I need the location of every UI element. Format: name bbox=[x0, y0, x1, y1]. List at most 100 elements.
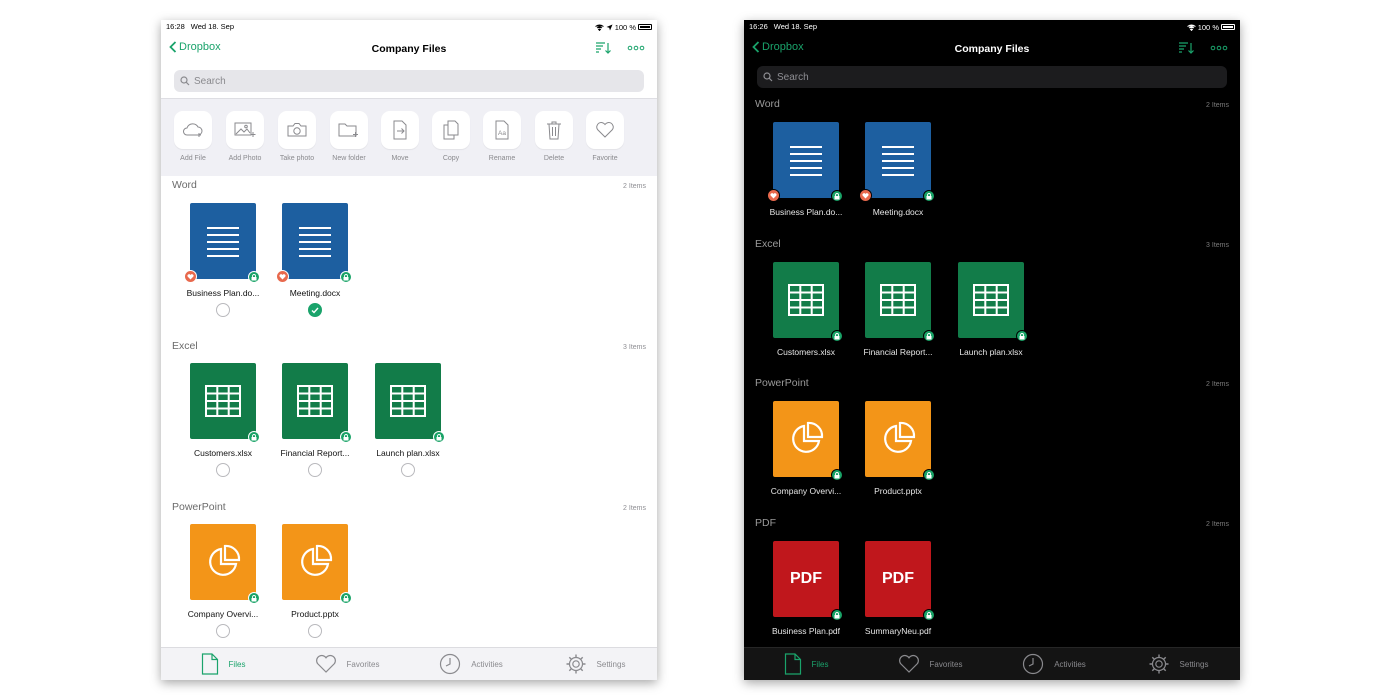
sort-icon[interactable] bbox=[1178, 41, 1196, 55]
battery-icon bbox=[1221, 24, 1235, 30]
search-placeholder: Search bbox=[194, 75, 226, 87]
section-title: Excel bbox=[755, 238, 781, 250]
tab-bar: Files Favorites Activities Settings bbox=[161, 647, 657, 680]
file-item[interactable]: Company Overvi... bbox=[760, 401, 852, 496]
lock-badge-icon bbox=[831, 330, 843, 342]
new-folder-action[interactable]: New folder bbox=[323, 111, 375, 162]
section-count: 2 Items bbox=[623, 183, 646, 190]
file-item[interactable]: Product.pptx bbox=[852, 401, 944, 496]
gear-icon bbox=[1149, 654, 1169, 674]
move-label: Move bbox=[391, 155, 409, 162]
file-name: Company Overvi... bbox=[187, 609, 259, 619]
add-file-label: Add File bbox=[180, 155, 206, 162]
file-name: Business Plan.do... bbox=[769, 207, 843, 217]
tab-favorites[interactable]: Favorites bbox=[285, 648, 409, 680]
file-item[interactable]: Meeting.docx bbox=[852, 122, 944, 217]
pdf-document-icon: PDF bbox=[773, 541, 843, 621]
select-radio[interactable] bbox=[308, 624, 322, 638]
move-action[interactable]: Move bbox=[374, 111, 426, 162]
delete-action[interactable]: Delete bbox=[528, 111, 580, 162]
rename-action[interactable]: Aa Rename bbox=[476, 111, 528, 162]
folder-add-icon bbox=[338, 123, 358, 137]
tab-settings[interactable]: Settings bbox=[533, 648, 657, 680]
take-photo-action[interactable]: Take photo bbox=[271, 111, 323, 162]
camera-icon bbox=[287, 123, 307, 137]
file-item[interactable]: Customers.xlsx bbox=[177, 363, 269, 477]
battery-percent: 100 % bbox=[1197, 22, 1219, 32]
section-count: 2 Items bbox=[1206, 521, 1229, 528]
add-file-action[interactable]: Add File bbox=[167, 111, 219, 162]
select-radio[interactable] bbox=[216, 463, 230, 477]
file-item[interactable]: Company Overvi... bbox=[177, 524, 269, 638]
tab-label: Favorites bbox=[346, 659, 380, 669]
powerpoint-document-icon bbox=[865, 401, 935, 481]
more-icon[interactable] bbox=[1210, 41, 1228, 55]
file-item[interactable]: Business Plan.do... bbox=[177, 203, 269, 317]
section-header-pdf: PDF 2 Items bbox=[755, 517, 1229, 531]
navigation-bar: Dropbox Company Files bbox=[161, 36, 657, 62]
search-icon bbox=[180, 76, 190, 86]
favorite-label: Favorite bbox=[592, 155, 618, 162]
search-field[interactable]: Search bbox=[174, 70, 644, 92]
tab-activities[interactable]: Activities bbox=[992, 648, 1116, 680]
select-radio[interactable] bbox=[308, 463, 322, 477]
tab-activities[interactable]: Activities bbox=[409, 648, 533, 680]
section-count: 2 Items bbox=[1206, 102, 1229, 109]
file-item[interactable]: Launch plan.xlsx bbox=[945, 262, 1037, 357]
section-header-powerpoint: PowerPoint 2 Items bbox=[172, 501, 646, 515]
file-item[interactable]: Customers.xlsx bbox=[760, 262, 852, 357]
file-item[interactable]: Business Plan.do... bbox=[760, 122, 852, 217]
file-name: Launch plan.xlsx bbox=[376, 448, 440, 458]
section-count: 2 Items bbox=[1206, 381, 1229, 388]
search-placeholder: Search bbox=[777, 71, 809, 83]
tab-favorites[interactable]: Favorites bbox=[868, 648, 992, 680]
powerpoint-document-icon bbox=[773, 401, 843, 481]
tab-bar: Files Favorites Activities Settings bbox=[744, 647, 1240, 680]
copy-action[interactable]: Copy bbox=[425, 111, 477, 162]
rename-label: Rename bbox=[488, 155, 516, 162]
powerpoint-document-icon bbox=[282, 524, 352, 604]
lock-badge-icon bbox=[923, 469, 935, 481]
file-icon bbox=[201, 653, 218, 675]
file-item[interactable]: Financial Report... bbox=[852, 262, 944, 357]
file-name: Business Plan.pdf bbox=[771, 626, 841, 636]
more-icon[interactable] bbox=[627, 41, 645, 55]
status-time: 16:28 bbox=[166, 22, 185, 31]
page-title: Company Files bbox=[954, 43, 1030, 55]
dark-mode-screen: 16:26 Wed 18. Sep 100 % Dropbox Company F… bbox=[744, 20, 1240, 680]
section-header-excel: Excel 3 Items bbox=[172, 340, 646, 354]
tab-label: Files bbox=[228, 659, 246, 669]
file-name: SummaryNeu.pdf bbox=[864, 626, 932, 636]
word-document-icon bbox=[184, 203, 260, 283]
lock-badge-icon bbox=[248, 271, 260, 283]
file-item[interactable]: PDF SummaryNeu.pdf bbox=[852, 541, 944, 636]
select-radio[interactable] bbox=[401, 463, 415, 477]
pdf-badge-text: PDF bbox=[790, 570, 822, 587]
file-item[interactable]: Product.pptx bbox=[269, 524, 361, 638]
favorite-badge-icon bbox=[859, 189, 872, 202]
action-toolbar: Add File Add Photo Take photo New folder… bbox=[161, 98, 657, 176]
word-document-icon bbox=[276, 203, 352, 283]
file-name: Product.pptx bbox=[291, 609, 339, 619]
favorite-action[interactable]: Favorite bbox=[579, 111, 631, 162]
select-radio[interactable] bbox=[216, 303, 230, 317]
tab-files[interactable]: Files bbox=[161, 648, 285, 680]
file-name: Meeting.docx bbox=[872, 207, 924, 217]
svg-text:Aa: Aa bbox=[498, 130, 506, 137]
file-item[interactable]: PDF Business Plan.pdf bbox=[760, 541, 852, 636]
file-item[interactable]: Meeting.docx bbox=[269, 203, 361, 317]
tab-settings[interactable]: Settings bbox=[1116, 648, 1240, 680]
tab-files[interactable]: Files bbox=[744, 648, 868, 680]
tab-label: Favorites bbox=[929, 659, 963, 669]
tab-label: Activities bbox=[471, 659, 503, 669]
select-radio[interactable] bbox=[216, 624, 230, 638]
search-field[interactable]: Search bbox=[757, 66, 1227, 88]
file-name: Financial Report... bbox=[280, 448, 350, 458]
add-photo-action[interactable]: Add Photo bbox=[219, 111, 271, 162]
file-item[interactable]: Launch plan.xlsx bbox=[362, 363, 454, 477]
sort-icon[interactable] bbox=[595, 41, 613, 55]
file-item[interactable]: Financial Report... bbox=[269, 363, 361, 477]
select-radio-checked[interactable] bbox=[308, 303, 322, 317]
lock-badge-icon bbox=[923, 330, 935, 342]
lock-badge-icon bbox=[340, 271, 352, 283]
